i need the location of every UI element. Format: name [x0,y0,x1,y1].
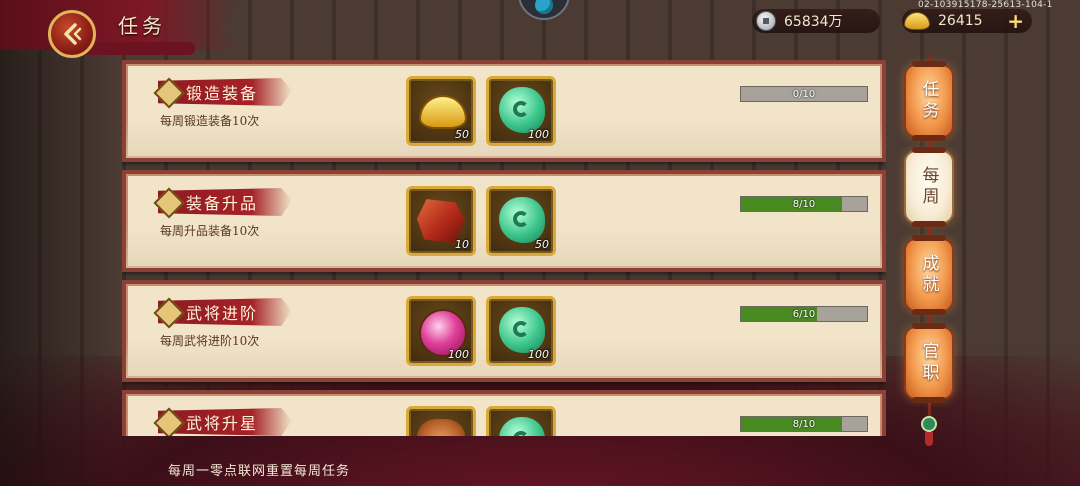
progress-label: 6/10 [792,308,816,320]
gold-amount: 26415 [938,13,983,29]
reward-slot[interactable] [486,406,556,436]
task-title: 武将升星 [186,414,259,433]
add-gold-plus-icon[interactable]: + [1007,11,1024,31]
task-progress-bar: 8/10 [740,416,868,432]
jade-icon [499,197,545,243]
task-title: 武将进阶 [186,304,259,323]
ore-icon [417,199,465,243]
top-bar: 任务 65834万 26415 + 02-103915178-25613-104… [0,0,1080,58]
reward-count: 100 [448,348,469,361]
task-progress-bar: 8/10 [740,196,868,212]
task-title: 锻造装备 [186,84,259,103]
task-card: 武将进阶 每周武将进阶10次 100 100 6/10 [122,280,886,382]
reward-slot[interactable]: 100 [486,76,556,146]
weekly-reset-note: 每周一零点联网重置每周任务 [168,464,351,479]
task-card: 装备升品 每周升品装备10次 10 50 8/10 [122,170,886,272]
reward-slot[interactable]: 10 [406,186,476,256]
task-progress-bar: 0/10 [740,86,868,102]
tab-label: 官职 [918,342,939,384]
reward-slot[interactable]: 50 [486,186,556,256]
reward-slot[interactable]: 100 [486,296,556,366]
page-title: 任务 [118,14,166,38]
task-card: 武将升星 8/10 [122,390,886,436]
server-id: 02-103915178-25613-104-1 [918,0,1053,10]
task-list[interactable]: 锻造装备 每周锻造装备10次 50 100 0/10 装备升品 每周升品装备10… [122,60,886,436]
task-card: 锻造装备 每周锻造装备10次 50 100 0/10 [122,60,886,162]
gold-ingot-icon [419,95,467,129]
jade-knot-icon [921,416,937,432]
task-description: 每周武将进阶10次 [160,334,260,348]
back-button[interactable] [48,10,96,58]
reward-count: 10 [455,238,469,251]
silver-currency: 65834万 [752,9,880,33]
tab-label: 任务 [918,80,939,122]
background-shade [0,0,120,486]
reward-slot[interactable]: 100 [406,296,476,366]
reward-count: 50 [455,128,469,141]
tassel-icon [925,432,933,446]
task-title: 装备升品 [186,194,259,213]
silver-amount: 65834万 [784,14,843,30]
task-progress-bar: 6/10 [740,306,868,322]
jade-icon [499,417,545,436]
mascot-icon[interactable] [518,0,570,20]
silver-coin-icon [756,11,776,31]
tab-label: 成就 [918,254,939,296]
reward-slot[interactable] [406,406,476,436]
task-description: 每周升品装备10次 [160,224,260,238]
reward-slot[interactable]: 50 [406,76,476,146]
progress-label: 0/10 [792,88,816,100]
task-description: 每周锻造装备10次 [160,114,260,128]
gold-ingot-icon [904,12,930,30]
tab-official-rank[interactable]: 官职 [904,323,954,403]
progress-label: 8/10 [792,418,816,430]
progress-label: 8/10 [792,198,816,210]
star-item-icon [417,419,465,436]
reward-count: 100 [528,348,549,361]
reward-count: 100 [528,128,549,141]
tab-weekly[interactable]: 每周 [904,147,954,227]
tab-label: 每周 [918,166,939,208]
reward-count: 50 [535,238,549,251]
gold-currency: 26415 + [902,9,1032,33]
jade-icon [499,307,545,353]
jade-icon [499,87,545,133]
tab-tasks[interactable]: 任务 [904,61,954,141]
back-arrow-icon [64,23,82,45]
tab-achievements[interactable]: 成就 [904,235,954,315]
side-tabs: 任务 每周 成就 官职 [900,56,960,456]
